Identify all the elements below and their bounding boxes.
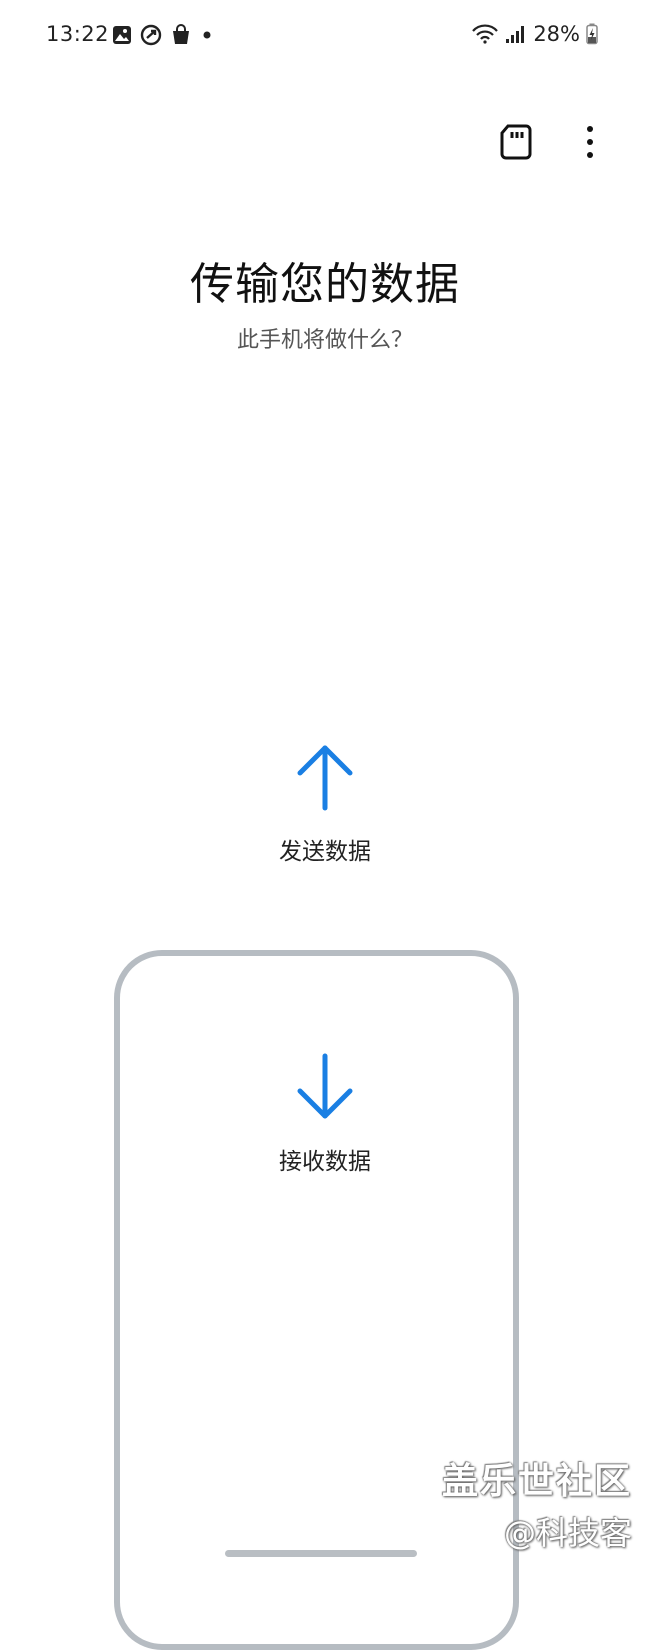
notification-dot-icon [203, 31, 211, 39]
more-options-icon [587, 126, 593, 158]
status-time: 13:22 [46, 22, 110, 46]
sd-card-button[interactable] [496, 120, 536, 164]
gallery-icon [113, 26, 131, 44]
arrow-up-icon [297, 745, 353, 811]
page-title: 传输您的数据 [190, 259, 460, 310]
sync-icon [140, 24, 162, 46]
watermark-author: @科技客 [503, 1514, 632, 1552]
arrow-down-icon [297, 1053, 353, 1119]
page-subtitle: 此手机将做什么？ [236, 328, 413, 353]
more-options-button[interactable] [570, 120, 610, 164]
toolbar [496, 120, 610, 164]
send-data-label: 发送数据 [279, 839, 371, 865]
watermark-community: 盖乐世社区 [441, 1461, 632, 1502]
battery-percentage: 28% [533, 22, 580, 46]
send-data-option[interactable]: 发送数据 [0, 742, 650, 866]
battery-charging-icon [586, 23, 598, 45]
status-icons-left [112, 24, 214, 46]
receive-data-label: 接收数据 [279, 1149, 371, 1175]
status-icons-right: 28% [471, 22, 598, 46]
shopping-bag-icon [173, 24, 189, 44]
status-bar: 13:22 28% [0, 0, 650, 72]
signal-icon [506, 26, 525, 43]
sd-card-icon [500, 124, 532, 160]
home-indicator[interactable] [225, 1550, 417, 1557]
wifi-icon [472, 24, 499, 44]
receive-data-option[interactable]: 接收数据 [0, 1052, 650, 1176]
